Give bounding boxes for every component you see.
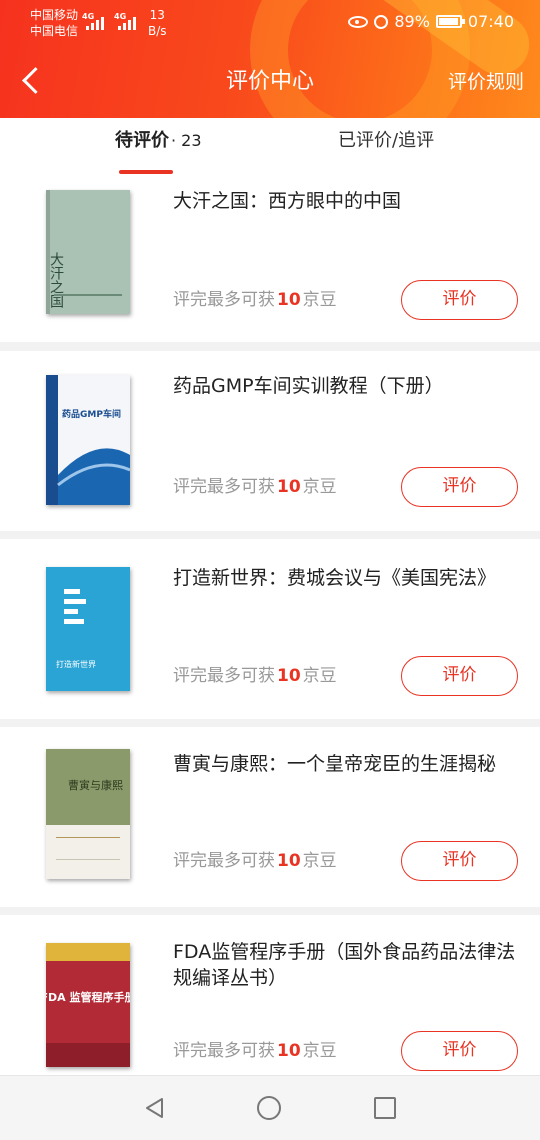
battery-percent: 89% — [394, 12, 430, 31]
reward-points: 10 — [277, 1041, 301, 1061]
reward-text: 评完最多可获 10 京豆 — [173, 666, 337, 686]
tab-reviewed[interactable]: 已评价/追评 — [338, 118, 434, 178]
book-title[interactable]: 大汗之国：西方眼中的中国 — [173, 188, 523, 214]
review-list: 大汗之国 大汗之国：西方眼中的中国 评完最多可获 10 京豆 评价 药品GMP车间 … — [0, 178, 540, 1075]
nav-recent-apps-icon[interactable] — [374, 1097, 396, 1119]
reward-text: 评完最多可获 10 京豆 — [173, 851, 337, 871]
book-title[interactable]: 打造新世界：费城会议与《美国宪法》 — [173, 565, 523, 591]
signal-icon — [118, 14, 136, 30]
reward-points: 10 — [277, 290, 301, 310]
battery-icon — [435, 15, 465, 28]
book-title[interactable]: FDA监管程序手册（国外食品药品法律法规编译丛书） — [173, 939, 523, 991]
reward-points: 10 — [277, 477, 301, 497]
rules-link[interactable]: 评价规则 — [448, 68, 524, 96]
rate-button[interactable]: 评价 — [401, 841, 518, 881]
alarm-icon — [374, 14, 389, 29]
system-nav-bar — [0, 1075, 540, 1140]
header: 中国移动 中国电信 4G 4G 13 B/s 89% 07:40 评价中心 评价… — [0, 0, 540, 118]
carrier-info: 中国移动 中国电信 — [30, 7, 78, 39]
reward-text: 评完最多可获 10 京豆 — [173, 477, 337, 497]
book-cover[interactable]: 打造新世界 — [46, 567, 130, 691]
clock: 07:40 — [467, 12, 514, 31]
tab-active-indicator — [119, 170, 173, 174]
list-item: 大汗之国 大汗之国：西方眼中的中国 评完最多可获 10 京豆 评价 — [0, 178, 540, 342]
rate-button[interactable]: 评价 — [401, 467, 518, 507]
status-right: 89% 07:40 — [348, 12, 514, 31]
cover-title: 曹寅与康熙 — [68, 778, 123, 792]
rate-button[interactable]: 评价 — [401, 1031, 518, 1071]
net-speed: 13 B/s — [148, 8, 167, 38]
signal-icon — [86, 14, 104, 30]
tab-pending-label: 待评价 — [115, 130, 169, 151]
rate-button[interactable]: 评价 — [401, 280, 518, 320]
nav-back-icon[interactable] — [143, 1096, 167, 1120]
status-bar: 中国移动 中国电信 4G 4G 13 B/s 89% 07:40 — [0, 0, 540, 48]
book-cover[interactable]: 大汗之国 — [46, 190, 130, 314]
book-cover[interactable]: FDA 监管程序手册 — [46, 943, 130, 1067]
tab-pending-count: · 23 — [171, 131, 202, 150]
list-item: 打造新世界 打造新世界：费城会议与《美国宪法》 评完最多可获 10 京豆 评价 — [0, 539, 540, 719]
list-item: FDA 监管程序手册 FDA监管程序手册（国外食品药品法律法规编译丛书） 评完最… — [0, 915, 540, 1075]
list-item: 曹寅与康熙 曹寅与康熙：一个皇帝宠臣的生涯揭秘 评完最多可获 10 京豆 评价 — [0, 727, 540, 907]
carrier-1: 中国移动 — [30, 8, 79, 22]
cover-title: 大汗之国 — [48, 252, 64, 308]
book-cover[interactable]: 曹寅与康熙 — [46, 749, 130, 879]
cover-title: 打造新世界 — [56, 659, 96, 669]
reward-points: 10 — [277, 851, 301, 871]
cover-title: 药品GMP车间 — [62, 408, 121, 420]
reward-points: 10 — [277, 666, 301, 686]
tab-bar: 待评价 · 23 已评价/追评 — [0, 118, 540, 178]
nav-home-icon[interactable] — [257, 1096, 281, 1120]
reward-text: 评完最多可获 10 京豆 — [173, 1041, 337, 1061]
eye-comfort-icon — [348, 15, 369, 28]
rate-button[interactable]: 评价 — [401, 656, 518, 696]
book-cover[interactable]: 药品GMP车间 — [46, 375, 130, 505]
carrier-2: 中国电信 — [30, 24, 79, 38]
cover-title: FDA 监管程序手册 — [46, 990, 130, 1004]
list-item: 药品GMP车间 药品GMP车间实训教程（下册） 评完最多可获 10 京豆 评价 — [0, 351, 540, 531]
book-title[interactable]: 药品GMP车间实训教程（下册） — [173, 373, 523, 399]
book-title[interactable]: 曹寅与康熙：一个皇帝宠臣的生涯揭秘 — [173, 751, 523, 777]
tab-pending[interactable]: 待评价 · 23 — [115, 118, 202, 178]
reward-text: 评完最多可获 10 京豆 — [173, 290, 337, 310]
